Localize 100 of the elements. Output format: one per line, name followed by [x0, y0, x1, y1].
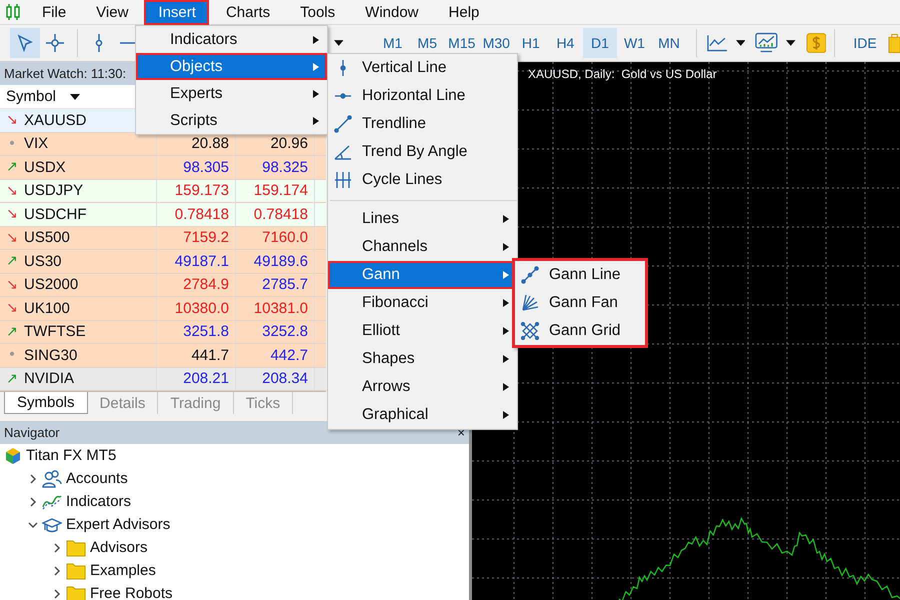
menu-item[interactable]: Insert — [144, 0, 209, 24]
expand-chevron-icon[interactable] — [28, 496, 38, 506]
tree-item[interactable]: Examples — [90, 562, 156, 579]
dollar-icon[interactable] — [806, 32, 826, 54]
tree-item[interactable]: Advisors — [90, 539, 148, 556]
symbol-row[interactable]: ↗ USDX 98.305 98.325 — [0, 156, 326, 180]
symbol-row[interactable]: • VIX 20.88 20.96 — [0, 132, 326, 156]
bid-price: 49187.1 — [157, 250, 236, 272]
menu-item[interactable]: Gann Line — [515, 261, 645, 289]
menu-item[interactable]: Scripts — [136, 107, 327, 134]
bid-price: 2784.9 — [157, 274, 236, 296]
symbol-row[interactable]: ↘ US500 7159.2 7160.0 — [0, 226, 326, 250]
menu-item[interactable]: Trendline — [328, 110, 517, 138]
menu-item[interactable]: Window — [351, 0, 432, 24]
symbol-row[interactable]: ↗ NVIDIA 208.21 208.34 — [0, 368, 326, 391]
trend-arrow: ↗ — [6, 370, 18, 387]
symbol-row[interactable]: ↘ USDJPY 159.173 159.174 — [0, 180, 326, 203]
symbol-name: USDX — [24, 158, 66, 176]
tree-item[interactable]: Accounts — [66, 470, 128, 487]
tree-item[interactable]: Expert Advisors — [66, 516, 170, 533]
symbol-row[interactable]: ↗ US30 49187.1 49189.6 — [0, 250, 326, 274]
menu-item[interactable]: Gann Grid — [515, 317, 645, 345]
timeframe-button[interactable]: MN — [652, 28, 686, 58]
tree-item[interactable]: Titan FX MT5 — [26, 447, 116, 464]
menu-item[interactable]: Gann Fan — [515, 289, 645, 317]
symbol-row[interactable]: ↗ TWFTSE 3251.8 3252.8 — [0, 320, 326, 344]
caret-icon[interactable] — [334, 40, 344, 46]
ask-price: 159.174 — [236, 180, 315, 202]
candlestick-logo-icon — [4, 3, 22, 21]
bid-price: 98.305 — [157, 156, 236, 178]
tree-item[interactable]: Indicators — [66, 493, 132, 510]
caret-icon[interactable] — [736, 40, 746, 46]
crosshair-icon — [45, 33, 66, 53]
gann-grid-icon — [521, 322, 539, 340]
menu-item[interactable]: Horizontal Line — [328, 82, 517, 110]
trend-arrow: ↘ — [6, 300, 18, 316]
angle-icon — [334, 143, 352, 161]
ask-price: 49189.6 — [236, 250, 315, 272]
menu-item[interactable]: Tools — [286, 0, 348, 24]
cycle-lines-icon — [334, 171, 352, 189]
menu-item[interactable]: Lines — [328, 205, 517, 233]
caret-icon[interactable] — [786, 40, 796, 46]
bid-price: 208.21 — [157, 368, 236, 390]
expand-chevron-icon[interactable] — [28, 474, 38, 484]
cursor-tool-button[interactable] — [10, 28, 40, 58]
menu-item[interactable]: Indicators — [136, 26, 327, 53]
ask-price: 3252.8 — [236, 320, 315, 343]
symbol-row[interactable]: • SING30 441.7 442.7 — [0, 344, 326, 368]
folder-icon — [66, 538, 86, 556]
timeframe-button[interactable]: D1 — [582, 28, 618, 58]
ask-price: 2785.7 — [236, 274, 315, 296]
line-chart-icon[interactable] — [707, 34, 728, 52]
ide-button[interactable]: IDE — [853, 35, 877, 51]
monitor-chart-icon[interactable] — [755, 32, 778, 54]
menu-item[interactable]: Graphical — [328, 401, 517, 429]
symbol-name: USDJPY — [24, 182, 84, 200]
symbol-name: TWFTSE — [24, 323, 86, 340]
symbol-row[interactable]: ↘ US2000 2784.9 2785.7 — [0, 274, 326, 297]
menu-item[interactable]: Arrows — [328, 373, 517, 401]
menu-item[interactable]: Cycle Lines — [328, 166, 517, 194]
bid-price: 10380.0 — [157, 297, 236, 320]
ask-price: 7160.0 — [236, 226, 315, 249]
indicator-lines-icon — [42, 492, 62, 510]
bid-price: 441.7 — [157, 344, 236, 366]
ask-price: 442.7 — [236, 344, 315, 366]
timeframe-button[interactable]: W1 — [617, 28, 652, 58]
caret-icon — [70, 94, 80, 100]
ask-price: 0.78418 — [236, 203, 315, 226]
folder-icon — [66, 562, 86, 580]
symbol-name: SING30 — [24, 346, 78, 364]
graduation-cap-icon — [42, 516, 62, 534]
trend-arrow: ↘ — [6, 112, 18, 128]
expand-chevron-icon[interactable] — [52, 566, 62, 576]
trend-arrow: ↘ — [6, 182, 18, 199]
menu-item[interactable]: Charts — [212, 0, 284, 24]
menu-item[interactable]: File — [28, 0, 80, 24]
expand-chevron-icon[interactable] — [52, 542, 62, 552]
symbol-row[interactable]: ↘ USDCHF 0.78418 0.78418 — [0, 203, 326, 226]
symbol-name: USDCHF — [24, 206, 86, 223]
menu-item[interactable]: Channels — [328, 233, 517, 261]
tree-item[interactable]: Free Robots — [90, 585, 173, 600]
menu-item[interactable]: Trend By Angle — [328, 138, 517, 166]
trend-arrow: ↗ — [6, 253, 18, 270]
symbol-name: NVIDIA — [24, 370, 74, 388]
trend-arrow: ↘ — [6, 276, 18, 293]
collapse-chevron-icon[interactable] — [28, 520, 38, 530]
gann-line-icon — [521, 266, 539, 284]
menu-item[interactable]: Help — [434, 0, 492, 24]
menu-item[interactable]: View — [82, 0, 142, 24]
menu-item[interactable]: Objects — [136, 53, 327, 80]
users-icon — [42, 470, 62, 488]
menu-item[interactable]: Experts — [136, 80, 327, 107]
timeframe-button[interactable]: H4 — [548, 28, 583, 58]
trendline-icon — [334, 115, 352, 133]
expand-chevron-icon[interactable] — [52, 588, 62, 598]
menu-item[interactable]: Shapes — [328, 345, 517, 373]
panel-tab[interactable]: Symbols — [4, 392, 88, 414]
trend-arrow: ↘ — [6, 230, 18, 246]
ask-price: 208.34 — [236, 368, 315, 390]
symbol-row[interactable]: ↘ UK100 10380.0 10381.0 — [0, 297, 326, 320]
